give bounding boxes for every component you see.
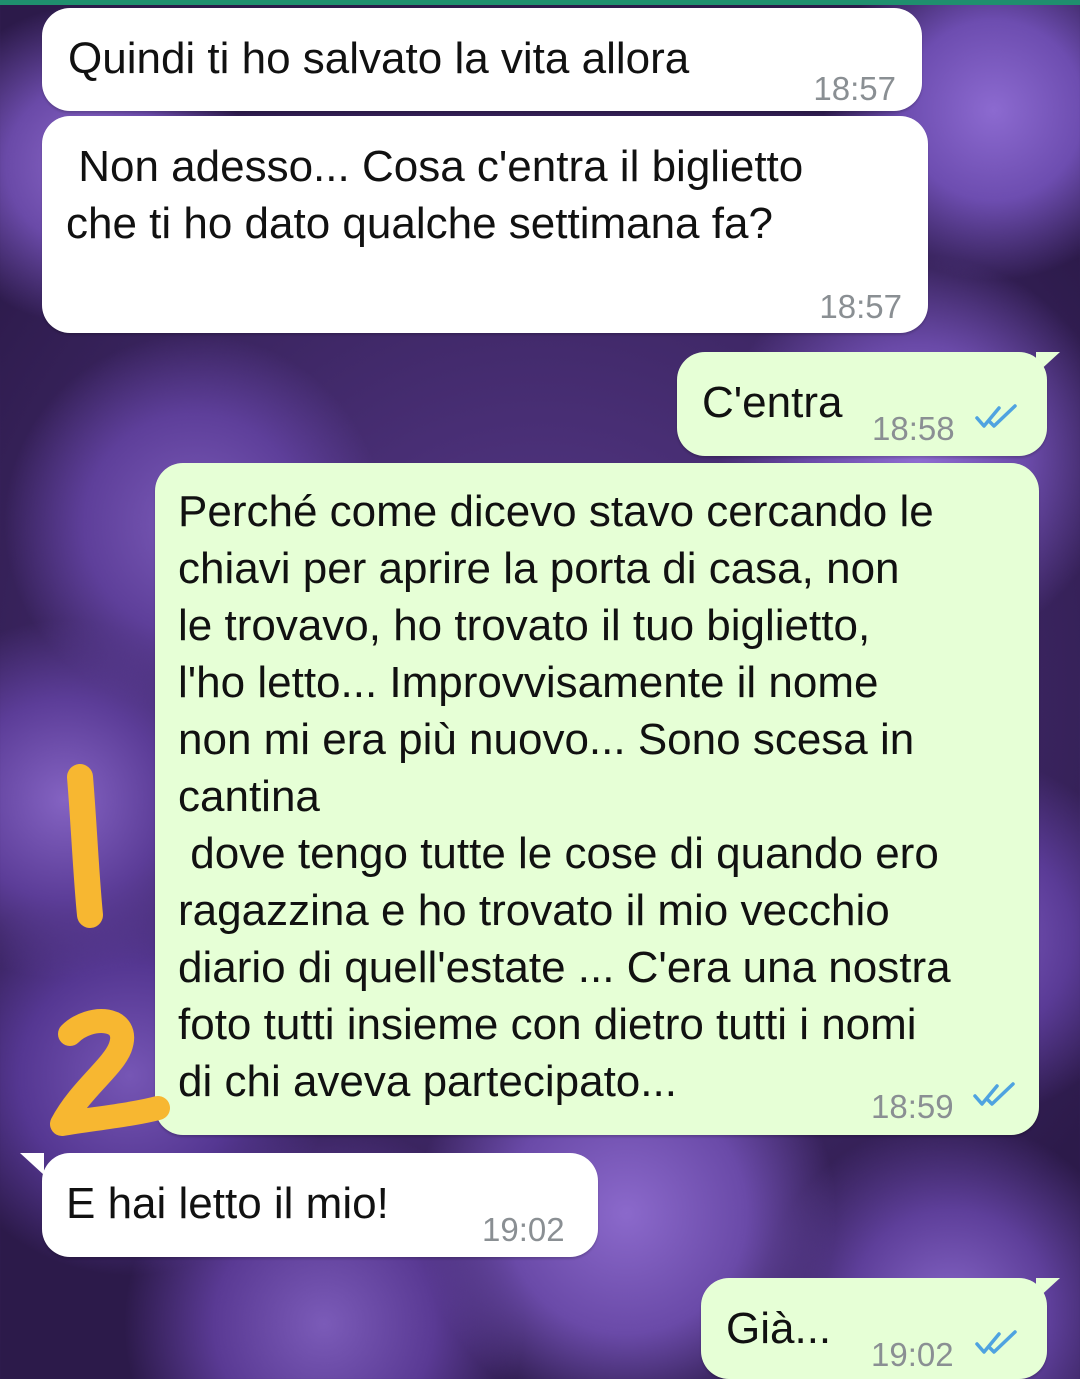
status-accent-bar [0,0,1080,5]
message-bubble-outgoing[interactable]: Già... 19:02 [701,1278,1047,1379]
message-time: 19:02 [482,1211,565,1248]
double-check-icon [975,1330,1017,1354]
message-time: 18:59 [871,1088,954,1125]
message-text: C'entra [702,378,843,427]
message-bubble-incoming[interactable]: Quindi ti ho salvato la vita allora 18:5… [42,8,922,111]
bubble-tail [20,1153,44,1175]
message-time: 18:58 [872,410,955,447]
double-check-icon [975,404,1017,428]
annotation-number-one [67,764,103,928]
message-time: 18:57 [813,70,896,107]
message-bubble-outgoing[interactable]: Perché come dicevo stavo cercando le chi… [155,463,1039,1135]
message-text: Già... [726,1304,832,1353]
message-bubble-incoming[interactable]: E hai letto il mio! 19:02 [42,1153,598,1257]
annotation-number-two [50,1009,170,1136]
message-text: Perché come dicevo stavo cercando le chi… [178,487,951,1106]
message-time: 19:02 [871,1336,954,1373]
message-text: Quindi ti ho salvato la vita allora [68,34,690,83]
message-bubble-outgoing[interactable]: C'entra 18:58 [677,352,1047,456]
double-check-icon [973,1082,1015,1106]
message-text: E hai letto il mio! [66,1179,389,1228]
message-text: Non adesso... Cosa c'entra il biglietto … [66,142,804,248]
message-time: 18:57 [819,288,902,325]
message-bubble-incoming[interactable]: Non adesso... Cosa c'entra il biglietto … [42,116,928,333]
